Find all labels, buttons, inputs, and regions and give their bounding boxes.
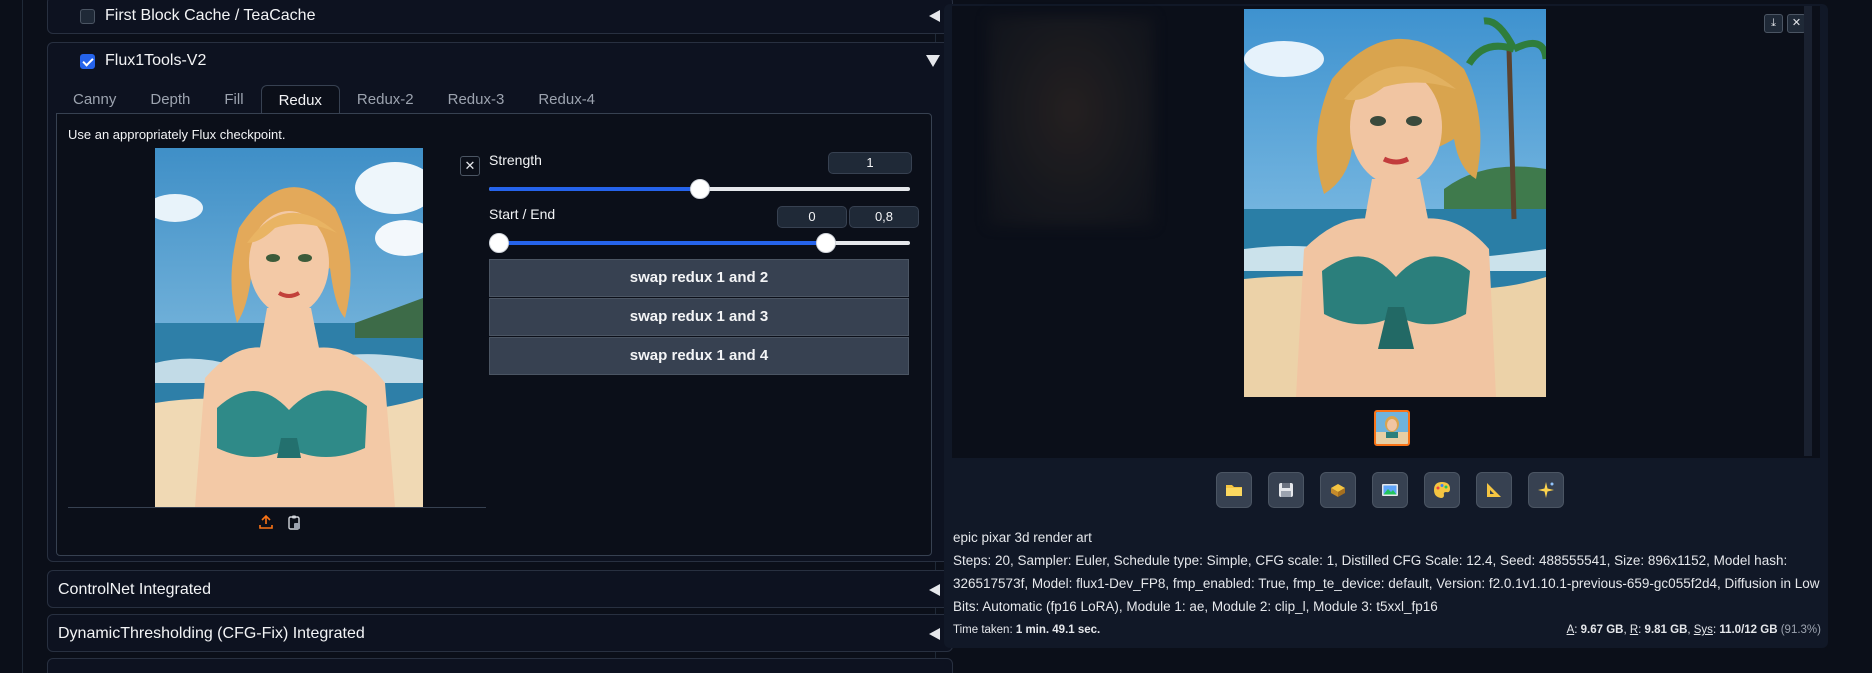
collapse-arrow-icon[interactable] <box>929 628 940 640</box>
output-image[interactable] <box>1244 9 1546 397</box>
accordion-next[interactable] <box>47 658 953 673</box>
time-taken-label: Time taken: <box>953 624 1013 636</box>
image-icon[interactable] <box>1372 472 1408 508</box>
accordion-title: First Block Cache / TeaCache <box>105 7 316 24</box>
sparkle-icon[interactable] <box>1528 472 1564 508</box>
gallery-thumbnail[interactable] <box>1374 410 1410 446</box>
tab-redux[interactable]: Redux <box>260 85 340 114</box>
prompt-text: epic pixar 3d render art <box>953 530 1092 545</box>
tab-fill[interactable]: Fill <box>207 85 260 114</box>
tab-redux-4[interactable]: Redux-4 <box>521 85 612 114</box>
swap-redux-1-3-button[interactable]: swap redux 1 and 3 <box>489 298 909 336</box>
tab-redux-2[interactable]: Redux-2 <box>340 85 431 114</box>
mem-sys-label: Sys <box>1693 624 1713 636</box>
start-end-label: Start / End <box>489 206 556 222</box>
image-corner-buttons: ⤓ ✕ <box>1764 14 1806 33</box>
settings-column: First Block Cache / TeaCache Flux1Tools-… <box>22 0 953 673</box>
mem-a-value: 9.67 GB <box>1580 624 1624 636</box>
first-block-cache-checkbox[interactable] <box>80 8 95 24</box>
generation-params: Steps: 20, Sampler: Euler, Schedule type… <box>953 553 1820 614</box>
swap-redux-1-4-button[interactable]: swap redux 1 and 4 <box>489 337 909 375</box>
flux1tools-checkbox[interactable] <box>80 53 95 69</box>
time-taken-value: 1 min. 49.1 sec. <box>1015 624 1101 636</box>
accordion-title: DynamicThresholding (CFG-Fix) Integrated <box>58 625 365 642</box>
strength-slider-fill <box>489 187 700 191</box>
accordion-title: ControlNet Integrated <box>58 581 211 598</box>
palette-icon[interactable] <box>1424 472 1460 508</box>
end-number-input[interactable]: 0,8 <box>849 206 919 228</box>
input-image <box>155 148 423 507</box>
end-slider-thumb[interactable] <box>815 233 836 253</box>
collapse-arrow-icon[interactable] <box>929 10 940 22</box>
time-taken: Time taken: 1 min. 49.1 sec. <box>953 624 1100 636</box>
strength-slider-thumb[interactable] <box>689 179 710 199</box>
save-icon[interactable] <box>1268 472 1304 508</box>
generation-info: epic pixar 3d render art Steps: 20, Samp… <box>953 526 1823 618</box>
clear-settings-icon[interactable]: ✕ <box>460 156 480 176</box>
accordion-controlnet[interactable]: ControlNet Integrated <box>47 570 953 608</box>
start-number-input[interactable]: 0 <box>777 206 847 228</box>
performance-row: Time taken: 1 min. 49.1 sec. A: 9.67 GB,… <box>953 624 1821 636</box>
tab-depth[interactable]: Depth <box>133 85 207 114</box>
mem-percent: (91.3%) <box>1780 624 1821 636</box>
output-toolbar <box>1216 472 1564 508</box>
redux-panel: Use an appropriately Flux checkpoint. ✕ … <box>56 113 932 556</box>
download-icon[interactable]: ⤓ <box>1764 14 1783 33</box>
accordion-flux1tools: Flux1Tools-V2 Canny Depth Fill Redux Red… <box>47 42 953 562</box>
image-input[interactable] <box>68 148 486 508</box>
mem-sys-value: 11.0/12 GB <box>1719 624 1778 636</box>
tab-bar: Canny Depth Fill Redux Redux-2 Redux-3 R… <box>56 85 612 114</box>
checkpoint-hint: Use an appropriately Flux checkpoint. <box>68 127 286 142</box>
output-gallery: ⤓ ✕ <box>952 6 1820 458</box>
tab-canny[interactable]: Canny <box>56 85 133 114</box>
mem-r-value: 9.81 GB <box>1644 624 1688 636</box>
upload-icon[interactable] <box>258 514 274 530</box>
mem-a-label: A <box>1566 624 1575 636</box>
strength-label: Strength <box>489 152 542 168</box>
strength-number-input[interactable]: 1 <box>828 152 912 174</box>
accordion-title: Flux1Tools-V2 <box>105 52 207 69</box>
zip-icon[interactable] <box>1320 472 1356 508</box>
mem-r-label: R <box>1629 624 1639 636</box>
blurred-preview <box>988 16 1154 226</box>
start-slider-thumb[interactable] <box>489 233 509 253</box>
folder-icon[interactable] <box>1216 472 1252 508</box>
start-end-slider-fill <box>489 241 826 245</box>
output-panel: ⤓ ✕ epic pixar 3d render art Steps: 20, … <box>944 4 1828 648</box>
gallery-scrollbar[interactable] <box>1804 6 1812 456</box>
memory-usage: A: 9.67 GB, R: 9.81 GB, Sys: 11.0/12 GB … <box>1566 624 1821 636</box>
tab-redux-3[interactable]: Redux-3 <box>431 85 522 114</box>
expand-arrow-icon[interactable] <box>926 55 940 67</box>
ruler-icon[interactable] <box>1476 472 1512 508</box>
accordion-dynamic-thresholding[interactable]: DynamicThresholding (CFG-Fix) Integrated <box>47 614 953 652</box>
swap-redux-1-2-button[interactable]: swap redux 1 and 2 <box>489 259 909 297</box>
image-actions <box>258 514 302 530</box>
accordion-first-block-cache[interactable]: First Block Cache / TeaCache <box>47 0 953 34</box>
collapse-arrow-icon[interactable] <box>929 584 940 596</box>
app-root: First Block Cache / TeaCache Flux1Tools-… <box>0 0 1872 673</box>
paste-clipboard-icon[interactable] <box>286 514 302 530</box>
